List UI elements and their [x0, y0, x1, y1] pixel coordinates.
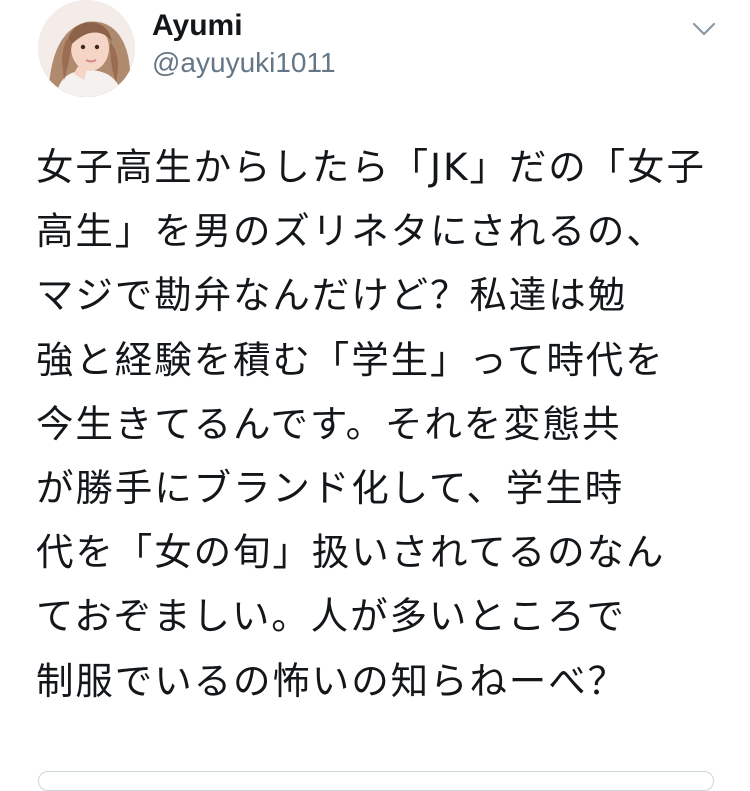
profile-photo-icon: [38, 0, 135, 97]
tweet-text: 女子高生からしたら「JK」だの「女子 高生」を男のズリネタにされるの、 マジで勘…: [36, 135, 726, 713]
tweet-text-line: 強と経験を積む「学生」って時代を: [36, 337, 665, 382]
tweet-text-line: 高生」を男のズリネタにされるの、: [36, 209, 666, 254]
tweet-text-line: 今生きてるんです。それを変態共: [36, 401, 622, 446]
media-card-edge[interactable]: [38, 771, 714, 791]
user-handle[interactable]: @ayuyuki1011: [152, 46, 336, 80]
tweet-header: Ayumi @ayuyuki1011: [38, 0, 728, 110]
tweet-text-line: マジで勘弁なんだけど？私達は勉: [36, 273, 627, 318]
tweet-text-line: 制服でいるの怖いの知らねーべ？: [36, 658, 627, 703]
tweet-text-line: が勝手にブランド化して、学生時: [36, 465, 624, 510]
display-name[interactable]: Ayumi: [152, 8, 243, 44]
tweet-text-line: 代を「女の旬」扱いされてるのなん: [36, 530, 666, 575]
tweet-text-line: 女子高生からしたら「JK」だの「女子: [36, 145, 706, 189]
chevron-down-icon[interactable]: [689, 14, 719, 44]
tweet-text-line: ておぞましい。人が多いところで: [36, 594, 626, 639]
tweet: Ayumi @ayuyuki1011 女子高生からしたら「JK」だの「女子 高生…: [0, 0, 750, 791]
avatar[interactable]: [38, 0, 135, 97]
